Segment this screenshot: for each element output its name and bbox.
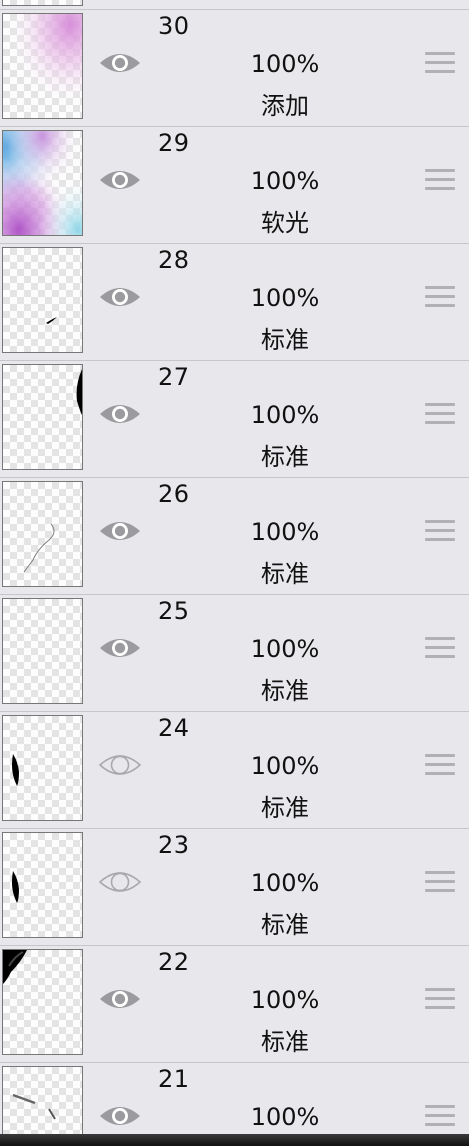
layer-row-partial [0, 0, 469, 10]
layer-row[interactable]: 30 100% 添加 [0, 10, 469, 127]
layer-row[interactable]: 22 100% 标准 [0, 946, 469, 1063]
eye-icon[interactable] [98, 399, 142, 429]
layer-thumbnail[interactable] [2, 481, 83, 587]
layer-row[interactable]: 29 100% 软光 [0, 127, 469, 244]
layer-blend-mode: 标准 [261, 326, 309, 354]
layer-name: 23 [158, 831, 190, 859]
layer-opacity: 100% [250, 401, 320, 429]
eye-icon[interactable] [98, 1101, 142, 1131]
layer-opacity: 100% [250, 50, 320, 78]
eye-outline-icon[interactable] [98, 867, 142, 897]
layer-opacity: 100% [250, 986, 320, 1014]
layer-name: 27 [158, 363, 190, 391]
drag-handle-icon[interactable] [425, 520, 455, 544]
drag-handle-icon[interactable] [425, 988, 455, 1012]
drag-handle-icon[interactable] [425, 637, 455, 661]
eye-outline-icon[interactable] [98, 750, 142, 780]
layer-name: 29 [158, 129, 190, 157]
layer-name: 26 [158, 480, 190, 508]
drag-handle-icon[interactable] [425, 754, 455, 778]
layer-row[interactable]: 25 100% 标准 [0, 595, 469, 712]
layer-blend-mode: 标准 [261, 560, 309, 588]
drag-handle-icon[interactable] [425, 871, 455, 895]
layer-row[interactable]: 24 100% 标准 [0, 712, 469, 829]
layer-row[interactable]: 28 100% 标准 [0, 244, 469, 361]
drag-handle-icon[interactable] [425, 1105, 455, 1129]
layer-opacity: 100% [250, 869, 320, 897]
layer-blend-mode: 软光 [261, 209, 309, 237]
layer-row[interactable]: 23 100% 标准 [0, 829, 469, 946]
layer-opacity: 100% [250, 284, 320, 312]
layer-opacity: 100% [250, 1103, 320, 1131]
bottom-bar [0, 1134, 469, 1146]
layer-blend-mode: 标准 [261, 911, 309, 939]
drag-handle-icon[interactable] [425, 169, 455, 193]
layer-opacity: 100% [250, 518, 320, 546]
layer-thumbnail[interactable] [2, 832, 83, 938]
drag-handle-icon[interactable] [425, 403, 455, 427]
eye-icon[interactable] [98, 165, 142, 195]
layer-row[interactable]: 26 100% 标准 [0, 478, 469, 595]
layer-opacity: 100% [250, 167, 320, 195]
layer-name: 24 [158, 714, 190, 742]
layer-name: 28 [158, 246, 190, 274]
eye-icon[interactable] [98, 633, 142, 663]
layer-blend-mode: 标准 [261, 677, 309, 705]
layer-row[interactable]: 27 100% 标准 [0, 361, 469, 478]
layer-opacity: 100% [250, 752, 320, 780]
layer-blend-mode: 标准 [261, 1028, 309, 1056]
layer-name: 30 [158, 12, 190, 40]
layer-blend-mode: 标准 [261, 794, 309, 822]
eye-icon[interactable] [98, 48, 142, 78]
layer-opacity: 100% [250, 635, 320, 663]
drag-handle-icon[interactable] [425, 52, 455, 76]
layer-name: 21 [158, 1065, 190, 1093]
layer-blend-mode: 添加 [261, 92, 309, 120]
eye-icon[interactable] [98, 516, 142, 546]
layer-thumbnail[interactable] [2, 13, 83, 119]
layer-name: 25 [158, 597, 190, 625]
layer-thumbnail [2, 0, 83, 6]
layer-thumbnail[interactable] [2, 364, 83, 470]
eye-icon[interactable] [98, 282, 142, 312]
layer-thumbnail[interactable] [2, 247, 83, 353]
layer-list: 30 100% 添加 29 100% 软光 28 100% 标准 27 100% 标准 26 100% 标准… [0, 0, 469, 1146]
eye-icon[interactable] [98, 984, 142, 1014]
drag-handle-icon[interactable] [425, 286, 455, 310]
layer-name: 22 [158, 948, 190, 976]
layer-thumbnail[interactable] [2, 598, 83, 704]
layer-blend-mode: 标准 [261, 443, 309, 471]
layer-thumbnail[interactable] [2, 949, 83, 1055]
layer-thumbnail[interactable] [2, 130, 83, 236]
layer-thumbnail[interactable] [2, 715, 83, 821]
